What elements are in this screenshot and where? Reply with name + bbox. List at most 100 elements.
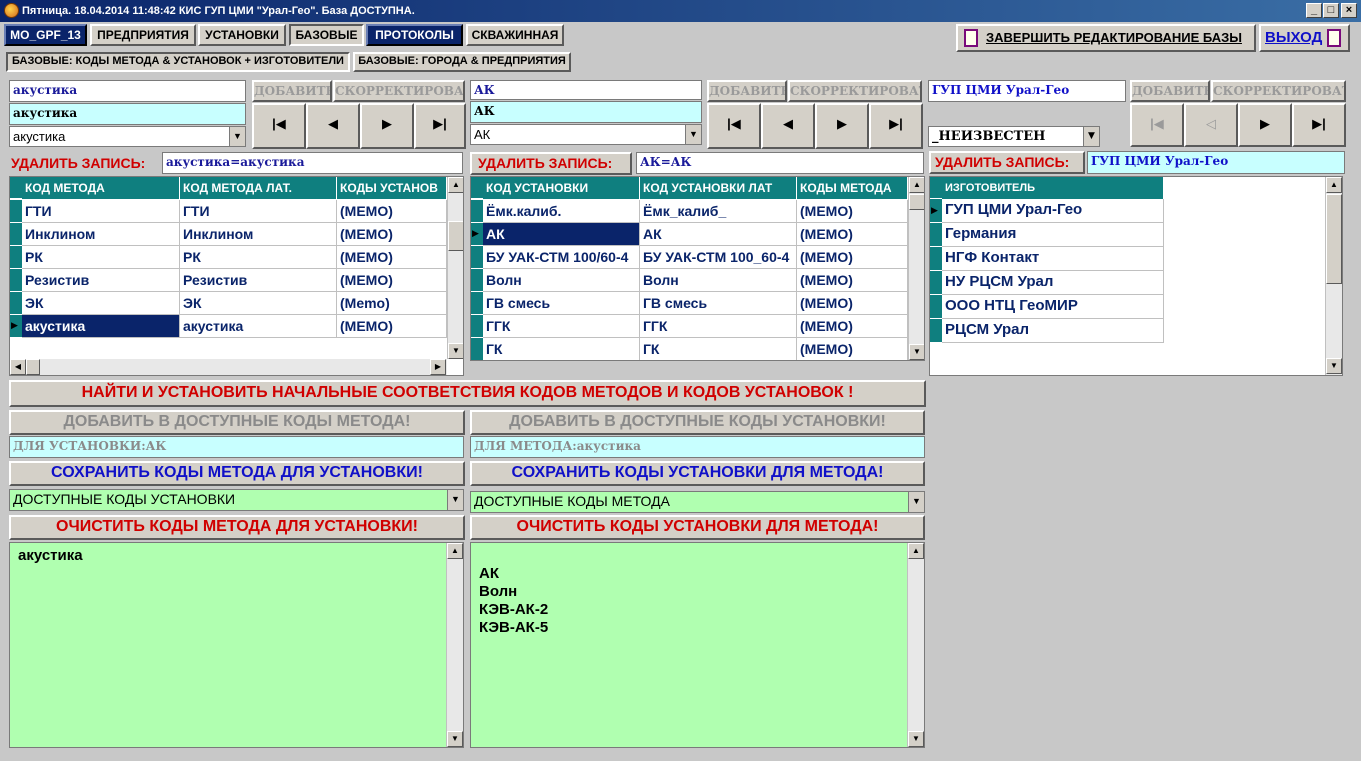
scroll-up-icon[interactable]: ▲	[1326, 177, 1342, 193]
tab-methods-installations[interactable]: БАЗОВЫЕ: КОДЫ МЕТОДА & УСТАНОВОК + ИЗГОТ…	[6, 52, 350, 72]
scroll-down-icon[interactable]: ▼	[908, 731, 924, 747]
tab-cities-enterprises[interactable]: БАЗОВЫЕ: ГОРОДА & ПРЕДПРИЯТИЯ	[353, 52, 571, 72]
table-cell[interactable]: Инклином	[22, 223, 180, 246]
maker-combo[interactable]: _НЕИЗВЕСТЕН ▼	[928, 126, 1100, 147]
table-cell[interactable]: (MEMO)	[337, 223, 447, 246]
clear-inst-codes-button[interactable]: ОЧИСТИТЬ КОДЫ УСТАНОВКИ ДЛЯ МЕТОДА!	[470, 515, 925, 540]
inst-next-record-button[interactable]: ▶	[815, 103, 869, 149]
scroll-up-icon[interactable]: ▲	[908, 543, 924, 559]
method-correct-button[interactable]: СКОРРЕКТИРОВАТЬ	[333, 80, 465, 102]
maker-first-record-button[interactable]: |◀	[1130, 103, 1184, 147]
dropdown-arrow-icon[interactable]: ▼	[1083, 127, 1099, 146]
table-cell[interactable]: Германия	[942, 223, 1164, 247]
vertical-scrollbar[interactable]: ▲ ▼	[447, 177, 463, 359]
table-cell[interactable]: НУ РЦСМ Урал	[942, 271, 1164, 295]
table-cell[interactable]: АК	[640, 223, 797, 246]
for-method-field[interactable]: ДЛЯ МЕТОДА:акустика	[470, 436, 925, 458]
table-cell[interactable]: (MEMO)	[797, 315, 908, 338]
table-cell[interactable]: ГТИ	[22, 200, 180, 223]
table-cell[interactable]: ЭК	[22, 292, 180, 315]
method-code-lat-field[interactable]: акустика	[9, 103, 246, 125]
inst-code-field[interactable]: АК	[470, 80, 702, 100]
scroll-thumb[interactable]	[909, 194, 924, 210]
maker-add-button[interactable]: ДОБАВИТЬ	[1130, 80, 1210, 102]
add-inst-codes-button[interactable]: ДОБАВИТЬ В ДОСТУПНЫЕ КОДЫ УСТАНОВКИ!	[470, 410, 925, 435]
maker-next-record-button[interactable]: ▶	[1238, 103, 1292, 147]
table-cell[interactable]: (MEMO)	[797, 292, 908, 315]
scroll-down-icon[interactable]: ▼	[448, 343, 463, 359]
method-combo[interactable]: акустика ▼	[9, 126, 246, 147]
scroll-thumb[interactable]	[26, 359, 40, 375]
inst-prev-record-button[interactable]: ◀	[761, 103, 815, 149]
grid-header[interactable]: КОД МЕТОДА	[22, 177, 180, 199]
find-match-button[interactable]: НАЙТИ И УСТАНОВИТЬ НАЧАЛЬНЫЕ СООТВЕТСТВИ…	[9, 380, 926, 407]
inst-combo[interactable]: АК ▼	[470, 124, 702, 145]
enterprises-button[interactable]: ПРЕДПРИЯТИЯ	[90, 24, 196, 46]
table-cell[interactable]: НГФ Контакт	[942, 247, 1164, 271]
table-cell[interactable]: (MEMO)	[337, 315, 447, 338]
vertical-scrollbar[interactable]: ▲ ▼	[907, 543, 924, 747]
inst-last-record-button[interactable]: ▶|	[869, 103, 923, 149]
grid-header[interactable]: ИЗГОТОВИТЕЛЬ	[942, 177, 1164, 199]
table-cell[interactable]: Волн	[640, 269, 797, 292]
maximize-button[interactable]: □	[1323, 3, 1339, 18]
dropdown-arrow-icon[interactable]: ▼	[447, 490, 463, 510]
scroll-up-icon[interactable]: ▲	[448, 177, 463, 193]
inst-first-record-button[interactable]: |◀	[707, 103, 761, 149]
table-cell[interactable]: ГВ смесь	[640, 292, 797, 315]
table-cell[interactable]: (MEMO)	[797, 200, 908, 223]
table-cell[interactable]: (Memo)	[337, 292, 447, 315]
table-cell[interactable]: РЦСМ Урал	[942, 319, 1164, 343]
method-codes-memo[interactable]: акустика ▲ ▼	[9, 542, 464, 748]
table-cell[interactable]: ООО НТЦ ГеоМИР	[942, 295, 1164, 319]
dropdown-arrow-icon[interactable]: ▼	[908, 492, 924, 512]
maker-field[interactable]: ГУП ЦМИ Урал-Гео	[928, 80, 1126, 102]
table-cell[interactable]: акустика	[180, 315, 337, 338]
table-cell[interactable]: ГУП ЦМИ Урал-Гео	[942, 199, 1164, 223]
table-cell[interactable]: ГК	[640, 338, 797, 360]
scroll-up-icon[interactable]: ▲	[909, 177, 924, 193]
table-cell[interactable]: Инклином	[180, 223, 337, 246]
grid-header[interactable]: КОД МЕТОДА ЛАТ.	[180, 177, 337, 199]
clear-method-codes-button[interactable]: ОЧИСТИТЬ КОДЫ МЕТОДА ДЛЯ УСТАНОВКИ!	[9, 515, 465, 540]
grid-header[interactable]: КОДЫ УСТАНОВ	[337, 177, 447, 199]
close-button[interactable]: ×	[1341, 3, 1357, 18]
vertical-scrollbar[interactable]: ▲ ▼	[446, 543, 463, 747]
table-cell[interactable]: ГК	[483, 338, 640, 360]
grid-header[interactable]: КОД УСТАНОВКИ ЛАТ	[640, 177, 797, 199]
makers-grid[interactable]: ИЗГОТОВИТЕЛЬ ▶ ГУП ЦМИ Урал-Гео Германия…	[929, 176, 1343, 376]
scroll-down-icon[interactable]: ▼	[1326, 358, 1342, 374]
vertical-scrollbar[interactable]: ▲ ▼	[1325, 177, 1342, 375]
maker-last-record-button[interactable]: ▶|	[1292, 103, 1346, 147]
grid-header[interactable]: КОД УСТАНОВКИ	[483, 177, 640, 199]
exit-button[interactable]: ВЫХОД	[1259, 24, 1350, 52]
inst-correct-button[interactable]: СКОРРЕКТИРОВАТЬ	[788, 80, 922, 102]
installations-button[interactable]: УСТАНОВКИ	[198, 24, 286, 46]
table-cell[interactable]: (MEMO)	[797, 223, 908, 246]
method-first-record-button[interactable]: |◀	[252, 103, 306, 149]
inst-add-button[interactable]: ДОБАВИТЬ	[707, 80, 787, 102]
table-cell[interactable]: акустика	[22, 315, 180, 338]
dropdown-arrow-icon[interactable]: ▼	[229, 127, 245, 146]
scroll-up-icon[interactable]: ▲	[447, 543, 463, 559]
inst-delete-field[interactable]: АК=АК	[636, 152, 924, 174]
method-last-record-button[interactable]: ▶|	[414, 103, 466, 149]
available-method-codes-combo[interactable]: ДОСТУПНЫЕ КОДЫ МЕТОДА ▼	[470, 491, 925, 513]
maker-correct-button[interactable]: СКОРРЕКТИРОВАТЬ	[1211, 80, 1346, 102]
table-cell[interactable]: (MEMO)	[337, 200, 447, 223]
method-next-record-button[interactable]: ▶	[360, 103, 414, 149]
method-delete-field[interactable]: акустика=акустика	[162, 152, 463, 174]
table-cell[interactable]: РК	[22, 246, 180, 269]
table-cell[interactable]: РК	[180, 246, 337, 269]
protocols-button[interactable]: ПРОТОКОЛЫ	[366, 24, 463, 46]
table-cell[interactable]: Резистив	[180, 269, 337, 292]
vertical-scrollbar[interactable]: ▲ ▼	[908, 177, 924, 360]
table-cell[interactable]: Волн	[483, 269, 640, 292]
add-method-codes-button[interactable]: ДОБАВИТЬ В ДОСТУПНЫЕ КОДЫ МЕТОДА!	[9, 410, 465, 435]
table-cell[interactable]: БУ УАК-СТМ 100_60-4	[640, 246, 797, 269]
maker-prev-record-button[interactable]: ◁	[1184, 103, 1238, 147]
table-cell[interactable]: ГТИ	[180, 200, 337, 223]
method-delete-label[interactable]: УДАЛИТЬ ЗАПИСЬ:	[9, 152, 161, 174]
table-cell[interactable]: АК	[483, 223, 640, 246]
table-cell[interactable]: ГГК	[483, 315, 640, 338]
